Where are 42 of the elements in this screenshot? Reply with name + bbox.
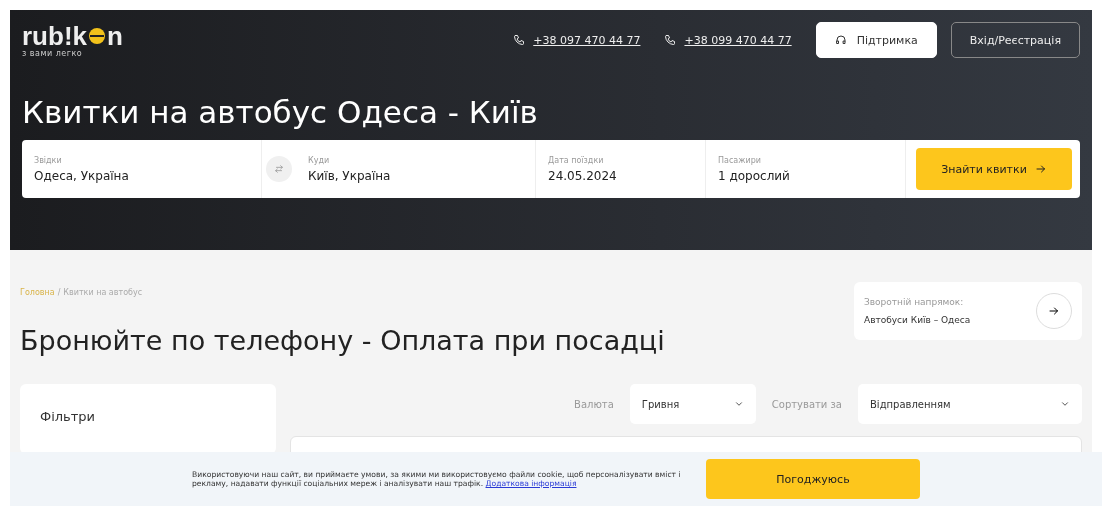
- filters-title: Фільтри: [40, 409, 96, 424]
- chevron-down-icon: [733, 399, 744, 409]
- swap-button[interactable]: [266, 156, 292, 182]
- field-label: Звідки: [34, 155, 63, 165]
- search-field[interactable]: Дата поїздки 24.05.2024: [536, 140, 706, 198]
- reverse-route: Автобуси Київ – Одеса: [864, 315, 972, 325]
- reverse-label: Зворотній напрямок:: [864, 297, 965, 307]
- field-label: Куди: [308, 155, 331, 165]
- search-field[interactable]: Звідки Одеса, Україна: [22, 140, 262, 198]
- logo-mark-icon: [87, 25, 107, 46]
- page-title: Бронюйте по телефону - Оплата при посадці: [20, 325, 665, 356]
- chevron-down-icon: [1060, 399, 1070, 409]
- phone-link[interactable]: +38 099 470 44 77: [664, 33, 792, 47]
- login-button[interactable]: Вхід/Реєстрація: [950, 22, 1080, 58]
- select-field[interactable]: Гривня: [629, 384, 756, 424]
- swap-icon: [274, 164, 284, 174]
- logo[interactable]: rub!k n: [22, 22, 123, 49]
- select-field[interactable]: Відправленням: [858, 384, 1082, 424]
- support-button[interactable]: Підтримка: [815, 22, 937, 58]
- reverse-button[interactable]: [1036, 293, 1072, 329]
- control-label: Сортувати за: [771, 398, 842, 410]
- arrow-right-icon: [1034, 163, 1047, 175]
- field-label: Пасажири: [718, 155, 762, 165]
- field-value: Одеса, Україна: [34, 168, 130, 183]
- hero-title: Квитки на автобус Одеса - Київ: [22, 94, 539, 130]
- arrow-right-icon: [1048, 305, 1060, 317]
- headset-icon: [834, 34, 847, 46]
- control-label: Валюта: [574, 398, 614, 410]
- phone-icon: [513, 34, 526, 46]
- phone-icon: [664, 34, 677, 46]
- find-tickets-button[interactable]: Знайти квитки: [916, 148, 1072, 190]
- field-label: Дата поїздки: [548, 155, 605, 165]
- field-value: Київ, Україна: [308, 168, 392, 183]
- field-value: 1 дорослий: [718, 168, 791, 183]
- field-value: 24.05.2024: [548, 168, 618, 183]
- search-field[interactable]: Пасажири 1 дорослий: [706, 140, 906, 198]
- logo-tagline: з вами легко: [22, 48, 84, 58]
- phone-link[interactable]: +38 097 470 44 77: [513, 33, 641, 47]
- search-field[interactable]: Куди Київ, Україна: [296, 140, 536, 198]
- agree-button[interactable]: Погоджуюсь: [706, 459, 920, 499]
- reverse-direction-card[interactable]: Зворотній напрямок: Автобуси Київ – Одеса: [854, 282, 1082, 340]
- breadcrumb-separator: /: [57, 288, 61, 297]
